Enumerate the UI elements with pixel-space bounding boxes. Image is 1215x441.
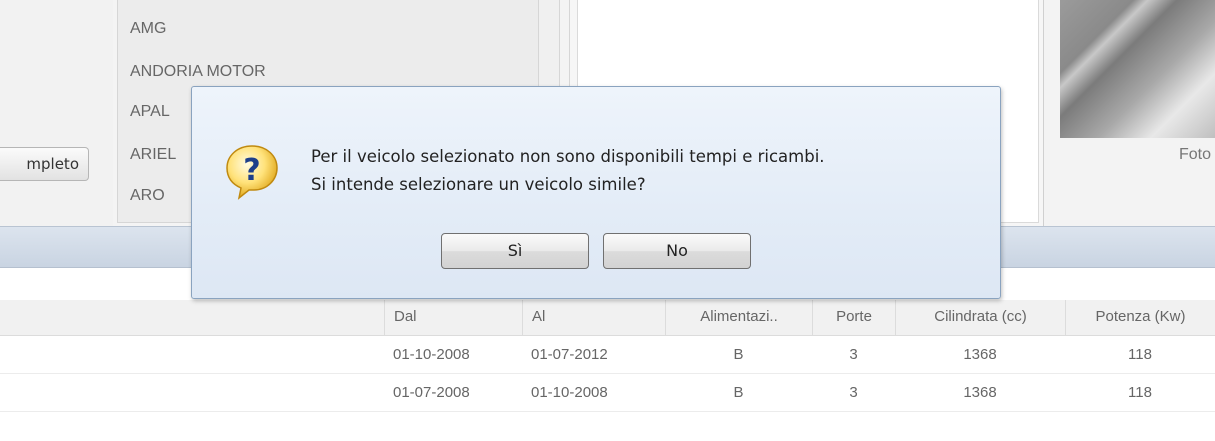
photo-label: Foto (1178, 146, 1211, 163)
cell-porte: 3 (849, 384, 858, 401)
left-panel (0, 0, 114, 226)
column-header-al[interactable]: Al (522, 300, 665, 335)
cell-al: 01-07-2012 (531, 346, 608, 363)
cell-potenza: 118 (1128, 384, 1152, 401)
cell-alimentazione: B (733, 384, 744, 401)
vehicle-photo (1060, 0, 1215, 138)
no-button[interactable]: No (603, 233, 751, 269)
list-item[interactable]: AMG (130, 20, 166, 38)
column-header-potenza[interactable]: Potenza (Kw) (1065, 300, 1215, 335)
list-item[interactable]: ARO (130, 187, 165, 205)
cell-potenza: 118 (1128, 346, 1152, 363)
column-header-cilindrata[interactable]: Cilindrata (cc) (895, 300, 1065, 335)
list-item[interactable]: ARIEL (130, 146, 176, 164)
table-header: Dal Al Alimentazi.. Porte Cilindrata (cc… (0, 300, 1215, 336)
complete-button[interactable]: mpleto (0, 147, 89, 181)
yes-button[interactable]: Sì (441, 233, 589, 269)
dialog-message-line2: Si intende selezionare un veicolo simile… (311, 175, 646, 194)
table-row[interactable]: 01-10-2008 01-07-2012 B 3 1368 118 (0, 336, 1215, 374)
column-header-alimentazione[interactable]: Alimentazi.. (665, 300, 812, 335)
cell-alimentazione: B (733, 346, 744, 363)
column-header-dal[interactable]: Dal (384, 300, 522, 335)
column-header-porte[interactable]: Porte (812, 300, 895, 335)
list-item[interactable]: ANDORIA MOTOR (130, 63, 266, 81)
cell-dal: 01-10-2008 (393, 346, 470, 363)
svg-text:?: ? (243, 153, 260, 188)
dialog-message-line1: Per il veicolo selezionato non sono disp… (311, 147, 825, 166)
cell-dal: 01-07-2008 (393, 384, 470, 401)
cell-cilindrata: 1368 (963, 384, 997, 401)
cell-porte: 3 (849, 346, 858, 363)
cell-al: 01-10-2008 (531, 384, 608, 401)
question-icon: ? (226, 145, 278, 200)
table-row[interactable]: 01-07-2008 01-10-2008 B 3 1368 118 (0, 374, 1215, 412)
list-item[interactable]: APAL (130, 103, 170, 121)
cell-cilindrata: 1368 (963, 346, 997, 363)
